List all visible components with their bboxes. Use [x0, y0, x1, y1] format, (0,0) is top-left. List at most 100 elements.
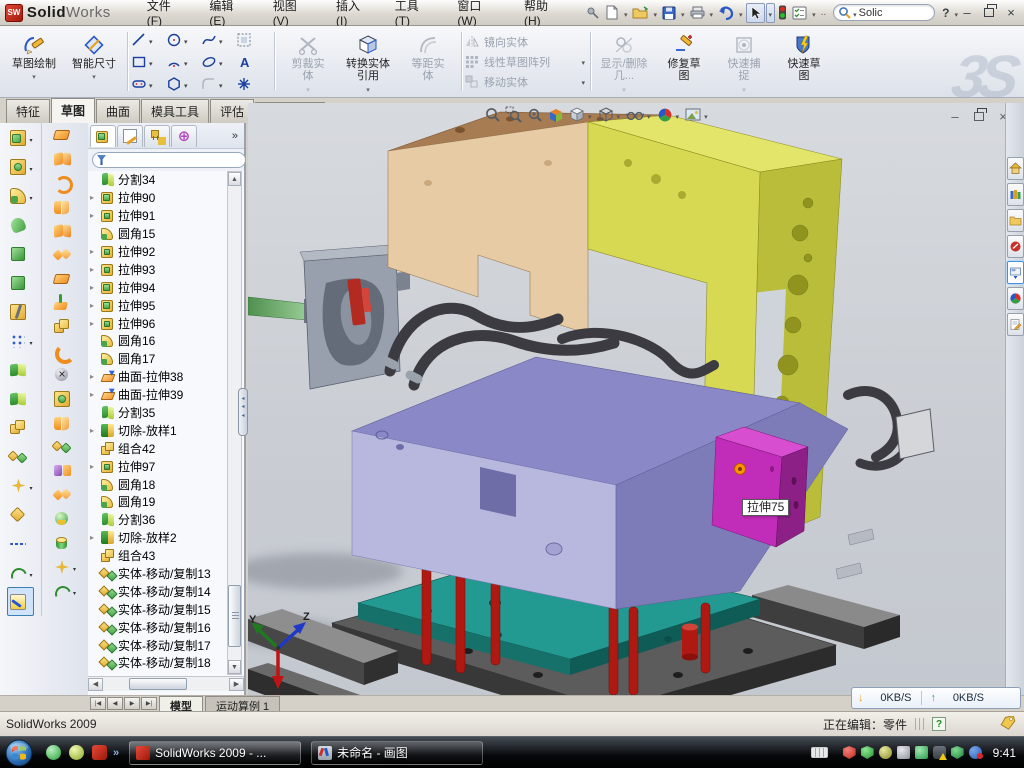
doc-minimize-button[interactable]: – [948, 109, 962, 124]
surface-toolbar-button[interactable] [52, 579, 76, 603]
convert-entities-dropdown[interactable] [366, 83, 370, 95]
surface-toolbar-button[interactable] [52, 483, 76, 507]
dropdown-arrow-icon[interactable] [72, 582, 76, 600]
feature-toolbar-button[interactable] [8, 471, 32, 500]
tag-icon[interactable] [1000, 716, 1016, 733]
tray-icon[interactable] [879, 746, 892, 759]
appearances-scenes-tab[interactable] [1007, 287, 1024, 310]
start-button[interactable] [4, 738, 34, 768]
apply-scene-icon[interactable] [684, 106, 710, 124]
save-dropdown[interactable] [679, 4, 687, 22]
smart-dimension-dropdown[interactable] [92, 70, 96, 82]
tree-item[interactable]: 分割34 [90, 171, 228, 189]
sketch-fillet-tool[interactable] [201, 73, 236, 94]
sketch-picture-tool[interactable] [236, 29, 271, 50]
tree-item[interactable]: 圆角15 [90, 225, 228, 243]
feature-toolbar-button[interactable] [8, 239, 32, 268]
tree-item[interactable]: 拉伸92 [90, 243, 228, 261]
expand-arrow-icon[interactable] [90, 533, 98, 542]
tree-item[interactable]: 实体-移动/复制16 [90, 618, 228, 636]
keyboard-layout-icon[interactable] [811, 747, 828, 758]
taskbar-clock[interactable]: 9:41 [993, 746, 1016, 760]
tree-item[interactable]: 切除-放样2 [90, 529, 228, 547]
edit-appearance-icon[interactable] [656, 106, 682, 124]
rapid-sketch-button[interactable]: 快速草图 [774, 28, 834, 95]
feature-toolbar-button[interactable] [7, 587, 33, 616]
graphics-viewport[interactable]: Y Z X – × 拉伸75 [248, 103, 1005, 695]
tree-item[interactable]: 实体-移动/复制17 [90, 636, 228, 654]
expand-arrow-icon[interactable] [90, 390, 98, 399]
point-tool[interactable] [236, 73, 271, 94]
toolbox-tab[interactable] [1007, 235, 1024, 258]
smart-dimension-button[interactable]: 智能尺寸 [64, 28, 124, 95]
quick-launch-icon[interactable] [46, 745, 61, 760]
manager-overflow-chevron[interactable] [232, 130, 242, 142]
scroll-right-button[interactable]: ▶ [229, 678, 244, 691]
scroll-left-button[interactable]: ◀ [88, 678, 103, 691]
tree-item[interactable]: 切除-放样1 [90, 421, 228, 439]
feature-toolbar-button[interactable] [8, 413, 32, 442]
display-delete-relations-button[interactable]: 显示/删除几... [594, 28, 654, 95]
dropdown-arrow-icon[interactable] [28, 187, 32, 205]
mirror-entities-button[interactable]: 镜向实体 [465, 34, 587, 50]
tree-item[interactable]: 实体-移动/复制18 [90, 654, 228, 672]
feature-toolbar-button[interactable] [8, 326, 32, 355]
expand-arrow-icon[interactable] [90, 319, 98, 328]
text-tool[interactable]: A [236, 51, 271, 72]
linear-pattern-button[interactable]: 线性草图阵列 [465, 54, 587, 70]
tree-item[interactable]: 圆角17 [90, 350, 228, 368]
spline-tool[interactable] [201, 29, 236, 50]
dropdown-arrow-icon[interactable] [28, 564, 32, 582]
help-button[interactable]: ? [940, 6, 951, 20]
surface-toolbar-button[interactable] [52, 531, 76, 555]
new-dropdown[interactable] [622, 4, 630, 22]
command-tab[interactable]: 草图 [51, 98, 95, 124]
feature-toolbar-button[interactable] [8, 384, 32, 413]
zoom-fit-icon[interactable] [484, 106, 502, 124]
part-red-cylinder[interactable] [682, 624, 698, 661]
tree-item[interactable]: 拉伸95 [90, 296, 228, 314]
scroll-up-button[interactable]: ▲ [228, 172, 241, 186]
document-tab[interactable]: 模型 [159, 696, 203, 711]
surface-toolbar-button[interactable] [52, 243, 76, 267]
options-dropdown[interactable] [810, 4, 818, 22]
move-entities-button[interactable]: 移动实体 [465, 74, 587, 90]
toolbar-overflow[interactable]: .. [819, 3, 829, 23]
restore-button[interactable] [984, 8, 994, 17]
tray-icon[interactable] [933, 746, 946, 759]
surface-toolbar-button[interactable] [52, 555, 76, 579]
dimxpert-manager-tab[interactable] [171, 125, 197, 147]
surface-toolbar-button[interactable] [52, 291, 76, 315]
print-dropdown[interactable] [708, 4, 716, 22]
command-tab[interactable]: 模具工具 [141, 99, 209, 123]
tree-item[interactable]: 圆角19 [90, 493, 228, 511]
line-tool[interactable] [131, 29, 166, 50]
custom-properties-tab[interactable] [1007, 313, 1024, 336]
taskbar-task[interactable]: SolidWorks 2009 - ... [129, 741, 301, 765]
tree-item[interactable]: 组合42 [90, 439, 228, 457]
section-view-icon[interactable] [547, 106, 565, 124]
expand-arrow-icon[interactable] [90, 265, 98, 274]
tree-item[interactable]: 分割36 [90, 511, 228, 529]
select-tool-icon[interactable] [746, 3, 765, 23]
move-entities-dropdown[interactable] [579, 76, 587, 88]
panel-splitter-handle[interactable] [238, 388, 248, 436]
display-style-icon[interactable] [597, 106, 623, 124]
surface-toolbar-button[interactable] [52, 219, 76, 243]
dropdown-arrow-icon[interactable] [28, 332, 32, 350]
configuration-manager-tab[interactable] [144, 125, 170, 147]
tree-horizontal-scrollbar[interactable]: ◀ ▶ [88, 676, 244, 691]
vertical-scroll-thumb[interactable] [228, 585, 241, 647]
tree-item[interactable]: 拉伸96 [90, 314, 228, 332]
dropdown-arrow-icon[interactable] [72, 558, 76, 576]
tree-item[interactable]: 拉伸90 [90, 189, 228, 207]
zoom-area-icon[interactable] [505, 106, 523, 124]
feature-manager-tab[interactable] [90, 125, 116, 147]
open-dropdown[interactable] [651, 4, 659, 22]
doc-restore-button[interactable] [974, 112, 984, 121]
tree-item[interactable]: 实体-移动/复制14 [90, 582, 228, 600]
feature-toolbar-button[interactable] [8, 297, 32, 326]
tab-nav-button[interactable]: ◀ [107, 697, 123, 710]
doc-close-button[interactable]: × [996, 109, 1005, 124]
net-speed-widget[interactable]: ↓ 0KB/S ↑ 0KB/S [851, 687, 1021, 709]
